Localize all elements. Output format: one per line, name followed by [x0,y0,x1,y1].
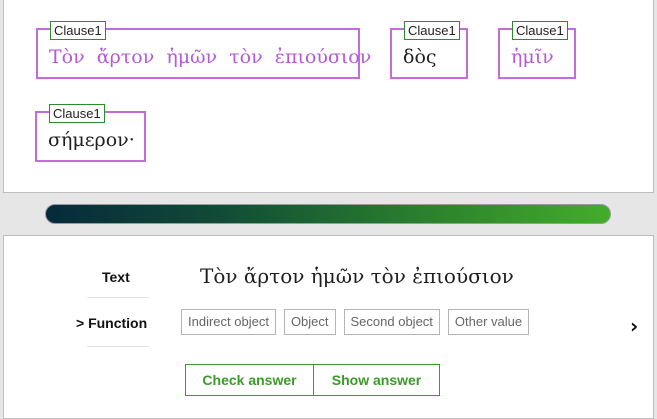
chevron-right-icon[interactable]: › [630,314,638,338]
option-second-object[interactable]: Second object [343,309,440,335]
divider [87,297,149,298]
check-answer-button[interactable]: Check answer [185,364,314,396]
clause-tag: Clause1 [49,104,105,123]
question-panel: Text Τὸν ἄρτον ἡμῶν τὸν ἐπιούσιον > Func… [3,235,654,419]
clause-tag: Clause1 [50,21,106,40]
greek-text: Τὸν ἄρτον ἡμῶν τὸν ἐπιούσιον [200,264,514,288]
option-object[interactable]: Object [283,309,336,335]
option-indirect-object[interactable]: Indirect object [181,309,276,335]
clause-text: δὸς [403,46,437,68]
clause-box-1[interactable]: Clause1 Τὸν ἄρτον ἡμῶν τὸν ἐπιούσιον [36,21,371,79]
function-options: Indirect object Object Second object Oth… [181,309,530,335]
clause-panel: Clause1 Τὸν ἄρτον ἡμῶν τὸν ἐπιούσιον Cla… [3,0,654,193]
clause-tag: Clause1 [404,21,460,40]
clause-text: σήμερον· [48,129,135,151]
progress-bar [45,204,611,224]
option-other-value[interactable]: Other value [447,309,530,335]
clause-box-3[interactable]: Clause1 ἡμῖν [498,21,576,79]
clause-text: ἡμῖν [511,46,554,68]
clause-box-2[interactable]: Clause1 δὸς [390,21,468,79]
divider [87,346,149,347]
text-label: Text [102,269,130,285]
clause-box-4[interactable]: Clause1 σήμερον· [35,104,146,162]
action-buttons: Check answer Show answer [185,364,440,396]
clause-tag: Clause1 [512,21,568,40]
clause-text: Τὸν ἄρτον ἡμῶν τὸν ἐπιούσιον [49,46,372,68]
function-label[interactable]: > Function [76,315,147,331]
show-answer-button[interactable]: Show answer [313,364,440,396]
